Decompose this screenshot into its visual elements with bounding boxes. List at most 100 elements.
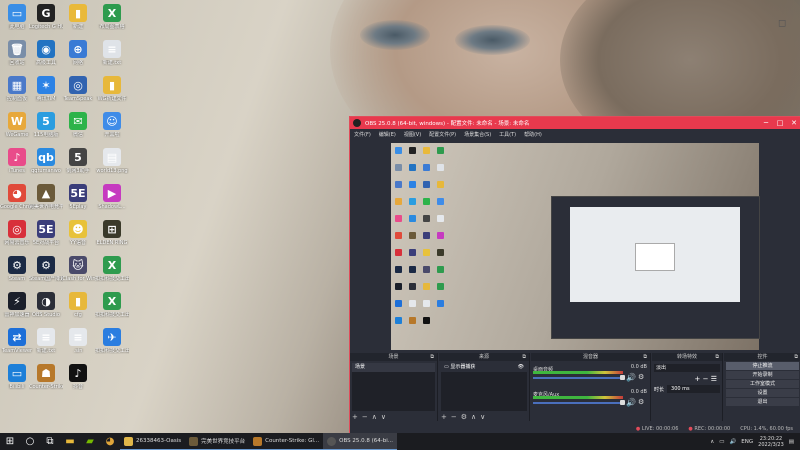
taskbar-app[interactable]: Counter-Strike: Gl... — [249, 433, 324, 450]
source-item[interactable]: ▭ 显示器捕获 👁 — [441, 363, 527, 372]
move-up-icon[interactable]: ∧ — [471, 413, 476, 421]
desktop-icon[interactable]: ▮ 新建 — [61, 4, 95, 30]
taskbar-app[interactable]: 完美世界竞技平台 — [185, 433, 250, 450]
desktop-icon[interactable]: ≡ .sin — [61, 328, 95, 354]
minimize-button[interactable]: ─ — [759, 119, 773, 127]
taskbar-app[interactable]: OBS 25.0.8 (64-bi... — [323, 433, 398, 450]
desktop-icon[interactable]: ▮ WG新建文件 — [95, 76, 129, 102]
start-recording-button[interactable]: 开始录制 — [726, 371, 799, 379]
add-scene-icon[interactable]: + — [352, 413, 358, 421]
desktop-icon[interactable]: X 布局图表格 — [95, 4, 129, 30]
dock-float-icon[interactable]: ⧉ — [430, 353, 434, 361]
clock[interactable]: 23:20:22 2022/3/23 — [758, 436, 784, 448]
desktop-icon[interactable]: ✈ 扣扣科技交工出报表 — [95, 328, 129, 354]
volume-icon[interactable]: 🔊 — [729, 439, 736, 445]
remove-scene-icon[interactable]: − — [362, 413, 368, 421]
desktop-icon[interactable]: ▲ 完美世界电竞平台 — [29, 184, 63, 210]
dock-float-icon[interactable]: ⧉ — [794, 353, 798, 361]
obs-titlebar[interactable]: OBS 25.0.8 (64-bit, windows) - 配置文件: 未命名… — [350, 117, 800, 129]
desktop-icon[interactable]: ☻ YY语音 — [61, 220, 95, 246]
transition-select[interactable]: 淡出 — [654, 364, 720, 372]
obs-preview[interactable] — [391, 143, 760, 350]
desktop-icon[interactable]: ≡ 新建.txt — [29, 328, 63, 354]
add-transition-icon[interactable]: + — [695, 375, 701, 383]
dock-float-icon[interactable]: ⧉ — [643, 353, 647, 361]
tray-expand-icon[interactable]: ∧ — [710, 439, 714, 445]
action-center-icon[interactable]: ▤ — [789, 439, 794, 445]
speaker-icon[interactable]: 🔊 — [626, 373, 636, 382]
duration-input[interactable]: 300 ms — [667, 385, 720, 393]
desktop-icon[interactable]: ⊕ 网络 — [61, 40, 95, 66]
desktop-icon[interactable]: ✶ 腾讯TIM — [29, 76, 63, 102]
nvidia-icon[interactable]: ▰ — [80, 433, 100, 450]
menu-file[interactable]: 文件(F) — [354, 131, 371, 138]
desktop-icon[interactable]: ≡ 新建.txt — [95, 40, 129, 66]
desktop-icon[interactable]: ♪ 抖音 — [61, 364, 95, 390]
gear-icon[interactable]: ⚙ — [638, 398, 644, 406]
obs-window[interactable]: OBS 25.0.8 (64-bit, windows) - 配置文件: 未命名… — [349, 116, 800, 435]
desktop-icon[interactable]: ⊞ ELDEN RING — [95, 220, 129, 246]
taskbar-app[interactable]: 26338463-Oasis — [120, 433, 186, 450]
menu-view[interactable]: 视图(V) — [404, 131, 421, 138]
menu-edit[interactable]: 编辑(E) — [379, 131, 396, 138]
dock-float-icon[interactable]: ⧉ — [522, 353, 526, 361]
desktop-icon[interactable]: ✉ 微信 — [61, 112, 95, 138]
app-icon — [124, 436, 133, 446]
menu-tools[interactable]: 工具(T) — [499, 131, 516, 138]
desktop-icon[interactable]: 5 115电脑版 — [29, 112, 63, 138]
maximize-button[interactable]: □ — [773, 119, 787, 127]
desktop-icon[interactable]: 5 剑网3助手 — [61, 148, 95, 174]
gear-icon[interactable]: ⚙ — [638, 373, 644, 381]
desktop-icon[interactable]: ◎ TeamSpeak — [61, 76, 95, 102]
source-settings-icon[interactable]: ⚙ — [461, 413, 467, 421]
desktop-icon[interactable]: X 扣扣科技交工出报表 — [95, 256, 129, 282]
exit-button[interactable]: 退出 — [726, 398, 799, 406]
volume-slider[interactable] — [533, 375, 625, 380]
file-explorer-icon[interactable]: ▬ — [60, 433, 80, 450]
network-icon[interactable]: ▭ — [719, 439, 724, 445]
start-windows-icon[interactable]: ⊞ — [0, 433, 20, 450]
menu-scene-collection[interactable]: 场景集合(S) — [464, 131, 491, 138]
desktop-icon[interactable]: 🐱 iClash for Windows — [61, 256, 95, 282]
desktop-icon[interactable]: 5E 5Eplay — [61, 184, 95, 210]
desktop-icon[interactable]: G Logitech G HUB — [29, 4, 63, 30]
desktop-icon[interactable]: ☗ Counter-Strike: Global Off... — [29, 364, 63, 390]
studio-mode-button[interactable]: 工作室模式 — [726, 380, 799, 388]
desktop-icon[interactable]: 5E 5E对战平台 — [29, 220, 63, 246]
desktop-icon[interactable]: ▤ world13.png — [95, 148, 129, 174]
remove-transition-icon[interactable]: − — [703, 375, 709, 383]
dock-float-icon[interactable]: ⧉ — [715, 353, 719, 361]
search-icon[interactable]: ○ — [20, 433, 40, 450]
transition-menu-icon[interactable]: ☰ — [711, 375, 717, 383]
scenes-list[interactable]: 场景 — [352, 363, 435, 411]
desktop-icon[interactable]: X 扣扣科技交工出报表.xlsx — [95, 292, 129, 318]
scene-item[interactable]: 场景 — [352, 363, 435, 372]
move-up-icon[interactable]: ∧ — [372, 413, 377, 421]
stop-streaming-button[interactable]: 停止推流 — [726, 362, 799, 370]
add-source-icon[interactable]: + — [441, 413, 447, 421]
desktop-icon[interactable]: qb qqtumanwo — [29, 148, 63, 174]
volume-slider[interactable] — [533, 400, 625, 405]
sources-list[interactable]: ▭ 显示器捕获 👁 — [441, 363, 527, 411]
slider-knob[interactable] — [620, 375, 625, 380]
chrome-icon[interactable]: ◕ — [100, 433, 120, 450]
notification-icon[interactable]: ◻ — [778, 18, 792, 32]
task-view-icon[interactable]: ⧉ — [40, 433, 60, 450]
desktop-icon[interactable]: ⚙ Steam国产降速启动器 — [29, 256, 63, 282]
close-button[interactable]: ✕ — [787, 119, 800, 127]
desktop-icon[interactable]: ☺ 开黑啦 — [95, 112, 129, 138]
slider-knob[interactable] — [620, 400, 625, 405]
language-indicator[interactable]: ENG — [741, 439, 753, 445]
settings-button[interactable]: 设置 — [726, 389, 799, 397]
desktop-icon[interactable]: ▶ ShadowL... — [95, 184, 129, 210]
menu-profile[interactable]: 配置文件(P) — [429, 131, 456, 138]
remove-source-icon[interactable]: − — [451, 413, 457, 421]
visibility-eye-icon[interactable]: 👁 — [518, 363, 524, 372]
desktop-icon[interactable]: ▮ cfg — [61, 292, 95, 318]
desktop-icon[interactable]: ◑ OBS Studio — [29, 292, 63, 318]
menu-help[interactable]: 帮助(H) — [524, 131, 542, 138]
desktop-icon[interactable]: ◉ 高级工具 — [29, 40, 63, 66]
speaker-icon[interactable]: 🔊 — [626, 398, 636, 407]
move-down-icon[interactable]: ∨ — [480, 413, 485, 421]
move-down-icon[interactable]: ∨ — [381, 413, 386, 421]
